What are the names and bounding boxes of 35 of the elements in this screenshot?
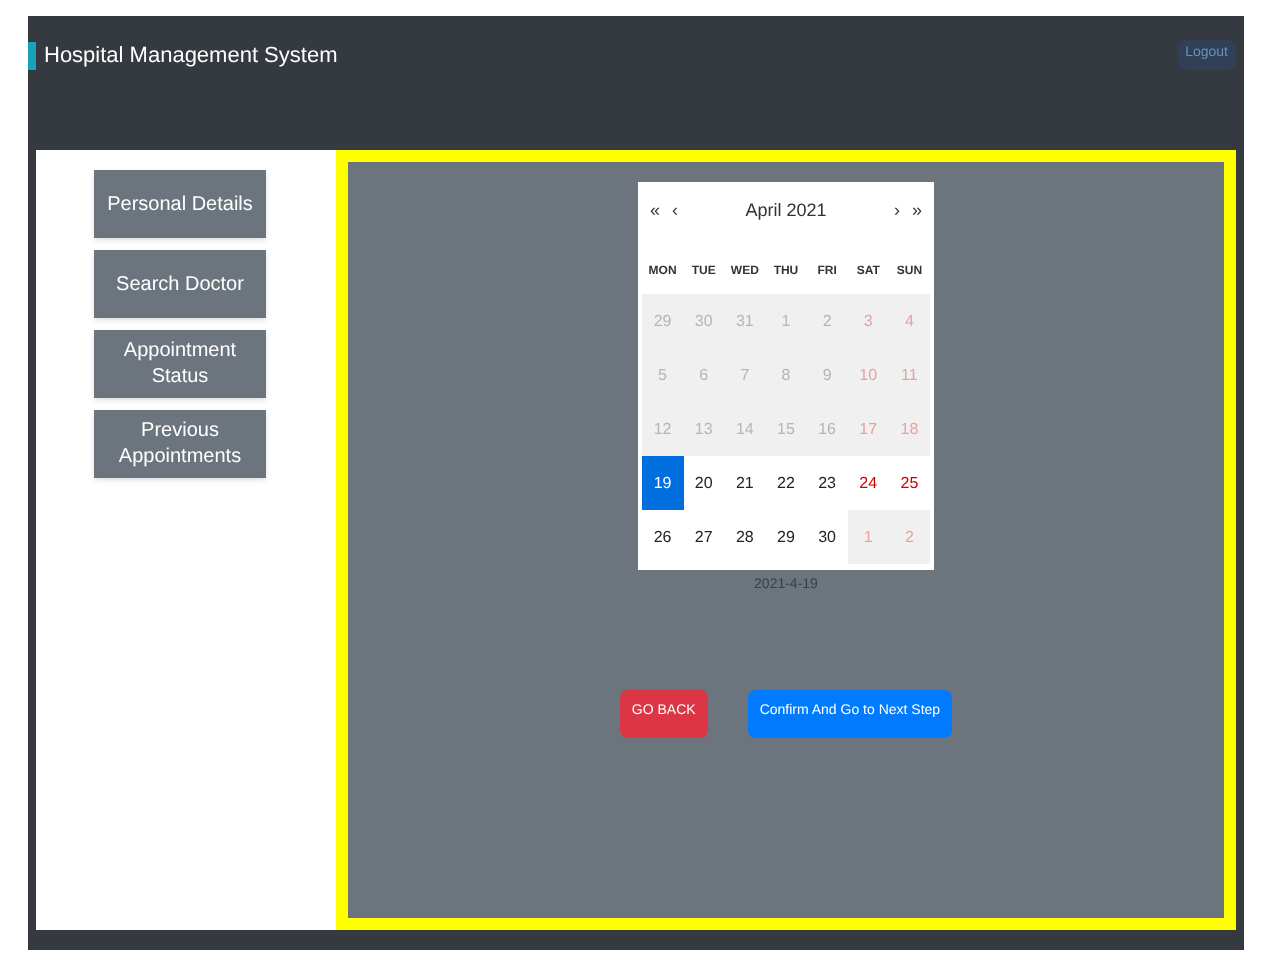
day-cell[interactable]: 15 bbox=[765, 402, 807, 456]
day-cell[interactable]: 19 bbox=[642, 456, 684, 510]
day-cell[interactable]: 12 bbox=[642, 402, 684, 456]
day-cell[interactable]: 8 bbox=[765, 348, 807, 402]
day-cell[interactable]: 10 bbox=[847, 348, 889, 402]
day-cell[interactable]: 1 bbox=[847, 510, 889, 564]
day-cell[interactable]: 5 bbox=[642, 348, 684, 402]
sidebar-button[interactable]: Appointment Status bbox=[94, 330, 266, 398]
month-label: April 2021 bbox=[745, 198, 827, 225]
nav-button[interactable]: › bbox=[893, 198, 900, 226]
day-cell[interactable]: 2 bbox=[806, 294, 848, 348]
day-cell[interactable]: 7 bbox=[724, 348, 766, 402]
sidebar-button[interactable]: Personal Details bbox=[94, 170, 266, 238]
day-cell[interactable]: 2 bbox=[888, 510, 930, 564]
day-cell[interactable]: 17 bbox=[847, 402, 889, 456]
day-cell[interactable]: 6 bbox=[683, 348, 725, 402]
nav-button[interactable]: ‹ bbox=[672, 198, 679, 226]
day-cell[interactable]: 30 bbox=[683, 294, 725, 348]
day-cell[interactable]: 1 bbox=[765, 294, 807, 348]
day-cell[interactable]: 18 bbox=[888, 402, 930, 456]
app-title: Hospital Management System bbox=[44, 42, 338, 72]
nav-button[interactable]: » bbox=[911, 198, 922, 226]
day-cell[interactable]: 14 bbox=[724, 402, 766, 456]
day-cell[interactable]: 3 bbox=[847, 294, 889, 348]
sidebar-button[interactable]: Search Doctor bbox=[94, 250, 266, 318]
day-cell[interactable]: 29 bbox=[642, 294, 684, 348]
sidebar-button[interactable]: Previous Appointments bbox=[94, 410, 266, 478]
day-cell[interactable]: 13 bbox=[683, 402, 725, 456]
day-cell[interactable]: 31 bbox=[724, 294, 766, 348]
day-cell[interactable]: 9 bbox=[806, 348, 848, 402]
nav-button[interactable]: « bbox=[650, 198, 661, 226]
day-cell[interactable]: 4 bbox=[888, 294, 930, 348]
logo-icon bbox=[28, 42, 36, 71]
day-cell[interactable]: 16 bbox=[806, 402, 848, 456]
day-cell[interactable]: 11 bbox=[888, 348, 930, 402]
